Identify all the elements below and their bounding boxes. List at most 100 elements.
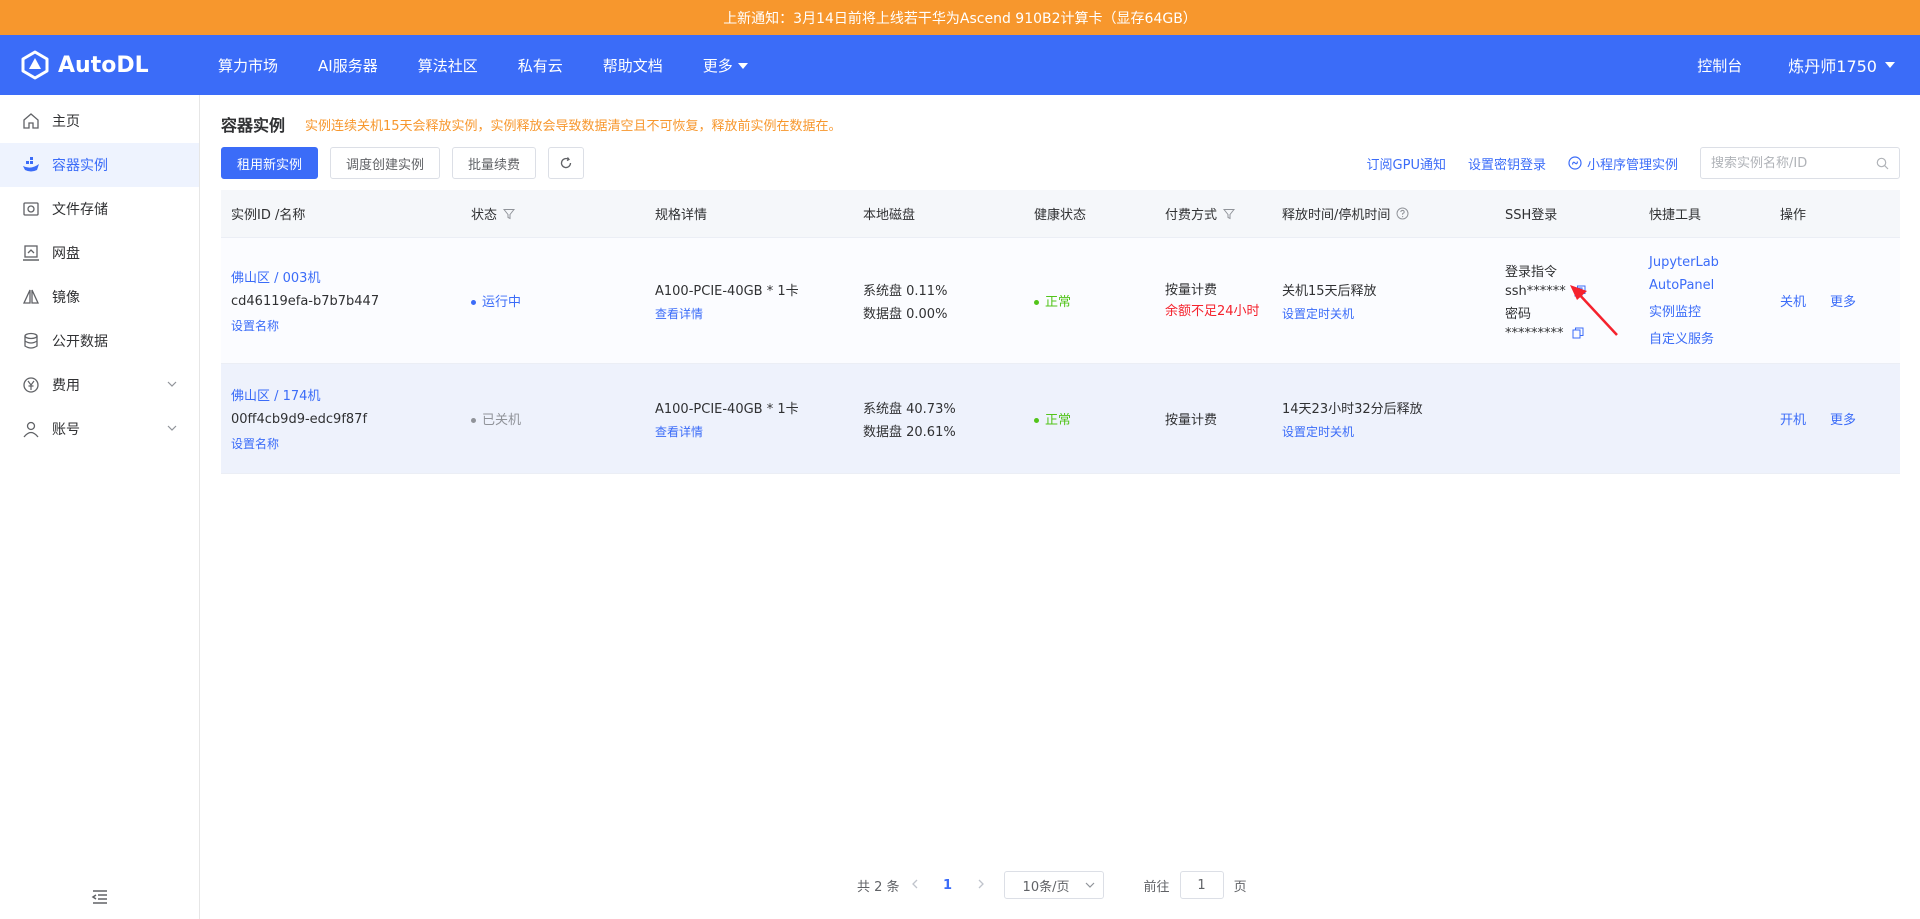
sidebar-item-account[interactable]: 账号 <box>0 407 199 451</box>
header-health: 健康状态 <box>1034 208 1087 223</box>
filter-icon[interactable] <box>1223 208 1236 220</box>
power-on-button[interactable]: 开机 <box>1780 409 1806 428</box>
page-title: 容器实例 <box>221 116 286 135</box>
sidebar-item-netdisk[interactable]: 网盘 <box>0 231 199 275</box>
view-details-link[interactable]: 查看详情 <box>655 305 853 322</box>
status-text: 运行中 <box>482 295 522 310</box>
instance-search-input[interactable] <box>1711 155 1871 171</box>
chevron-down-icon <box>167 381 177 387</box>
health-dot <box>1034 418 1039 423</box>
header-payment[interactable]: 付费方式 <box>1155 204 1272 223</box>
instance-region-link[interactable]: 佛山区 / 003机 <box>231 267 461 286</box>
header-release-time: 释放时间/停机时间 <box>1272 204 1495 223</box>
view-details-link[interactable]: 查看详情 <box>655 423 853 440</box>
batch-renew-button[interactable]: 批量续费 <box>452 147 537 179</box>
rent-new-instance-button[interactable]: 租用新实例 <box>221 147 319 179</box>
subscribe-gpu-notice-link[interactable]: 订阅GPU通知 <box>1367 154 1446 173</box>
header-spec: 规格详情 <box>655 208 708 223</box>
sidebar-item-label: 文件存储 <box>52 202 108 218</box>
status-badge: 已关机 <box>471 409 645 428</box>
health-text: 正常 <box>1045 295 1072 310</box>
username: 炼丹师1750 <box>1788 57 1877 76</box>
total-count: 共 2 条 <box>857 879 900 895</box>
status-dot <box>471 300 476 305</box>
home-icon <box>22 112 40 130</box>
system-disk-usage: 系统盘 0.11% <box>863 283 948 299</box>
header-quick-tools: 快捷工具 <box>1649 208 1702 223</box>
goto-label: 前往 <box>1143 879 1170 895</box>
page-number[interactable]: 1 <box>938 878 958 893</box>
balance-warning: 余额不足24小时 <box>1165 304 1260 319</box>
image-icon <box>22 288 40 306</box>
autodl-logo[interactable]: AutoDL <box>20 50 218 80</box>
header-label: 状态 <box>471 208 498 223</box>
autopanel-link[interactable]: AutoPanel <box>1649 278 1770 293</box>
sidebar-item-public-data[interactable]: 公开数据 <box>0 319 199 363</box>
miniapp-manage-link[interactable]: 小程序管理实例 <box>1568 154 1678 173</box>
header-label: 付费方式 <box>1165 208 1218 223</box>
nav-item-more[interactable]: 更多 <box>703 55 748 76</box>
sidebar-item-container-instance[interactable]: 容器实例 <box>0 143 199 187</box>
chevron-down-icon <box>167 425 177 431</box>
jupyterlab-link[interactable]: JupyterLab <box>1649 255 1770 270</box>
health-badge: 正常 <box>1034 291 1155 310</box>
filter-icon[interactable] <box>503 208 516 220</box>
refresh-icon <box>560 157 572 169</box>
instance-search-box[interactable] <box>1700 147 1900 179</box>
miniapp-icon <box>1568 156 1582 170</box>
user-icon <box>22 420 40 438</box>
table-header: 实例ID /名称 状态 规格详情 本地磁盘 健康状态 付费方式 释放时间/停机时… <box>221 190 1900 238</box>
more-actions-button[interactable]: 更多 <box>1830 409 1856 428</box>
release-text: 关机15天后释放 <box>1282 283 1377 299</box>
sidebar-item-image[interactable]: 镜像 <box>0 275 199 319</box>
scheduled-shutdown-link[interactable]: 设置定时关机 <box>1282 305 1495 322</box>
nav-item-algorithm-community[interactable]: 算法社区 <box>418 55 478 76</box>
toolbar: 租用新实例 调度创建实例 批量续费 订阅GPU通知 设置密钥登录 小程序管理实例 <box>221 145 1900 181</box>
header-actions: 操作 <box>1780 208 1807 223</box>
spec-text: A100-PCIE-40GB * 1卡 <box>655 401 799 417</box>
sidebar-item-file-storage[interactable]: 文件存储 <box>0 187 199 231</box>
sidebar-item-home[interactable]: 主页 <box>0 99 199 143</box>
shutdown-button[interactable]: 关机 <box>1780 291 1806 310</box>
sidebar-item-label: 容器实例 <box>52 158 108 174</box>
collapse-sidebar-icon[interactable] <box>90 887 110 907</box>
miniapp-label: 小程序管理实例 <box>1586 157 1678 173</box>
release-warning: 实例连续关机15天会释放实例，实例释放会导致数据清空且不可恢复，释放前实例在数据… <box>305 118 842 134</box>
next-page-button[interactable] <box>966 878 996 893</box>
nav-item-private-cloud[interactable]: 私有云 <box>518 55 563 76</box>
nav-item-ai-server[interactable]: AI服务器 <box>318 55 378 76</box>
custom-service-link[interactable]: 自定义服务 <box>1649 328 1770 347</box>
set-name-link[interactable]: 设置名称 <box>231 317 461 334</box>
goto-page-input[interactable]: 1 <box>1179 871 1224 899</box>
nav-item-help-docs[interactable]: 帮助文档 <box>603 55 663 76</box>
instance-monitor-link[interactable]: 实例监控 <box>1649 301 1770 320</box>
table-row: 佛山区 / 174机 00ff4cb9d9-edc9f87f 设置名称 已关机 … <box>221 364 1900 474</box>
help-icon[interactable] <box>1396 207 1409 220</box>
data-disk-usage: 数据盘 20.61% <box>863 424 956 440</box>
sidebar-item-billing[interactable]: 费用 <box>0 363 199 407</box>
console-link[interactable]: 控制台 <box>1697 55 1742 76</box>
storage-icon <box>22 200 40 218</box>
status-dot <box>471 418 476 423</box>
refresh-button[interactable] <box>548 147 585 179</box>
announcement-text: 上新通知：3月14日前将上线若干华为Ascend 910B2计算卡（显存64GB… <box>723 10 1197 27</box>
container-icon <box>22 156 40 174</box>
set-name-link[interactable]: 设置名称 <box>231 435 461 452</box>
prev-page-button[interactable] <box>900 878 930 893</box>
nav-label: 更多 <box>702 56 733 75</box>
header-status[interactable]: 状态 <box>461 204 645 223</box>
ssh-key-login-link[interactable]: 设置密钥登录 <box>1468 154 1546 173</box>
instance-region-link[interactable]: 佛山区 / 174机 <box>231 385 461 404</box>
schedule-create-instance-button[interactable]: 调度创建实例 <box>330 147 441 179</box>
scheduled-shutdown-link[interactable]: 设置定时关机 <box>1282 423 1495 440</box>
more-actions-button[interactable]: 更多 <box>1830 291 1856 310</box>
autodl-logo-icon <box>21 50 49 80</box>
search-icon[interactable] <box>1876 157 1889 170</box>
nav-item-compute-market[interactable]: 算力市场 <box>218 55 278 76</box>
chevron-down-icon <box>1085 882 1094 888</box>
release-text: 14天23小时32分后释放 <box>1282 401 1423 417</box>
spec-text: A100-PCIE-40GB * 1卡 <box>655 283 799 299</box>
page-size-select[interactable]: 10条/页 <box>1003 871 1104 899</box>
user-menu[interactable]: 炼丹师1750 <box>1788 53 1895 77</box>
netdisk-icon <box>22 244 40 262</box>
